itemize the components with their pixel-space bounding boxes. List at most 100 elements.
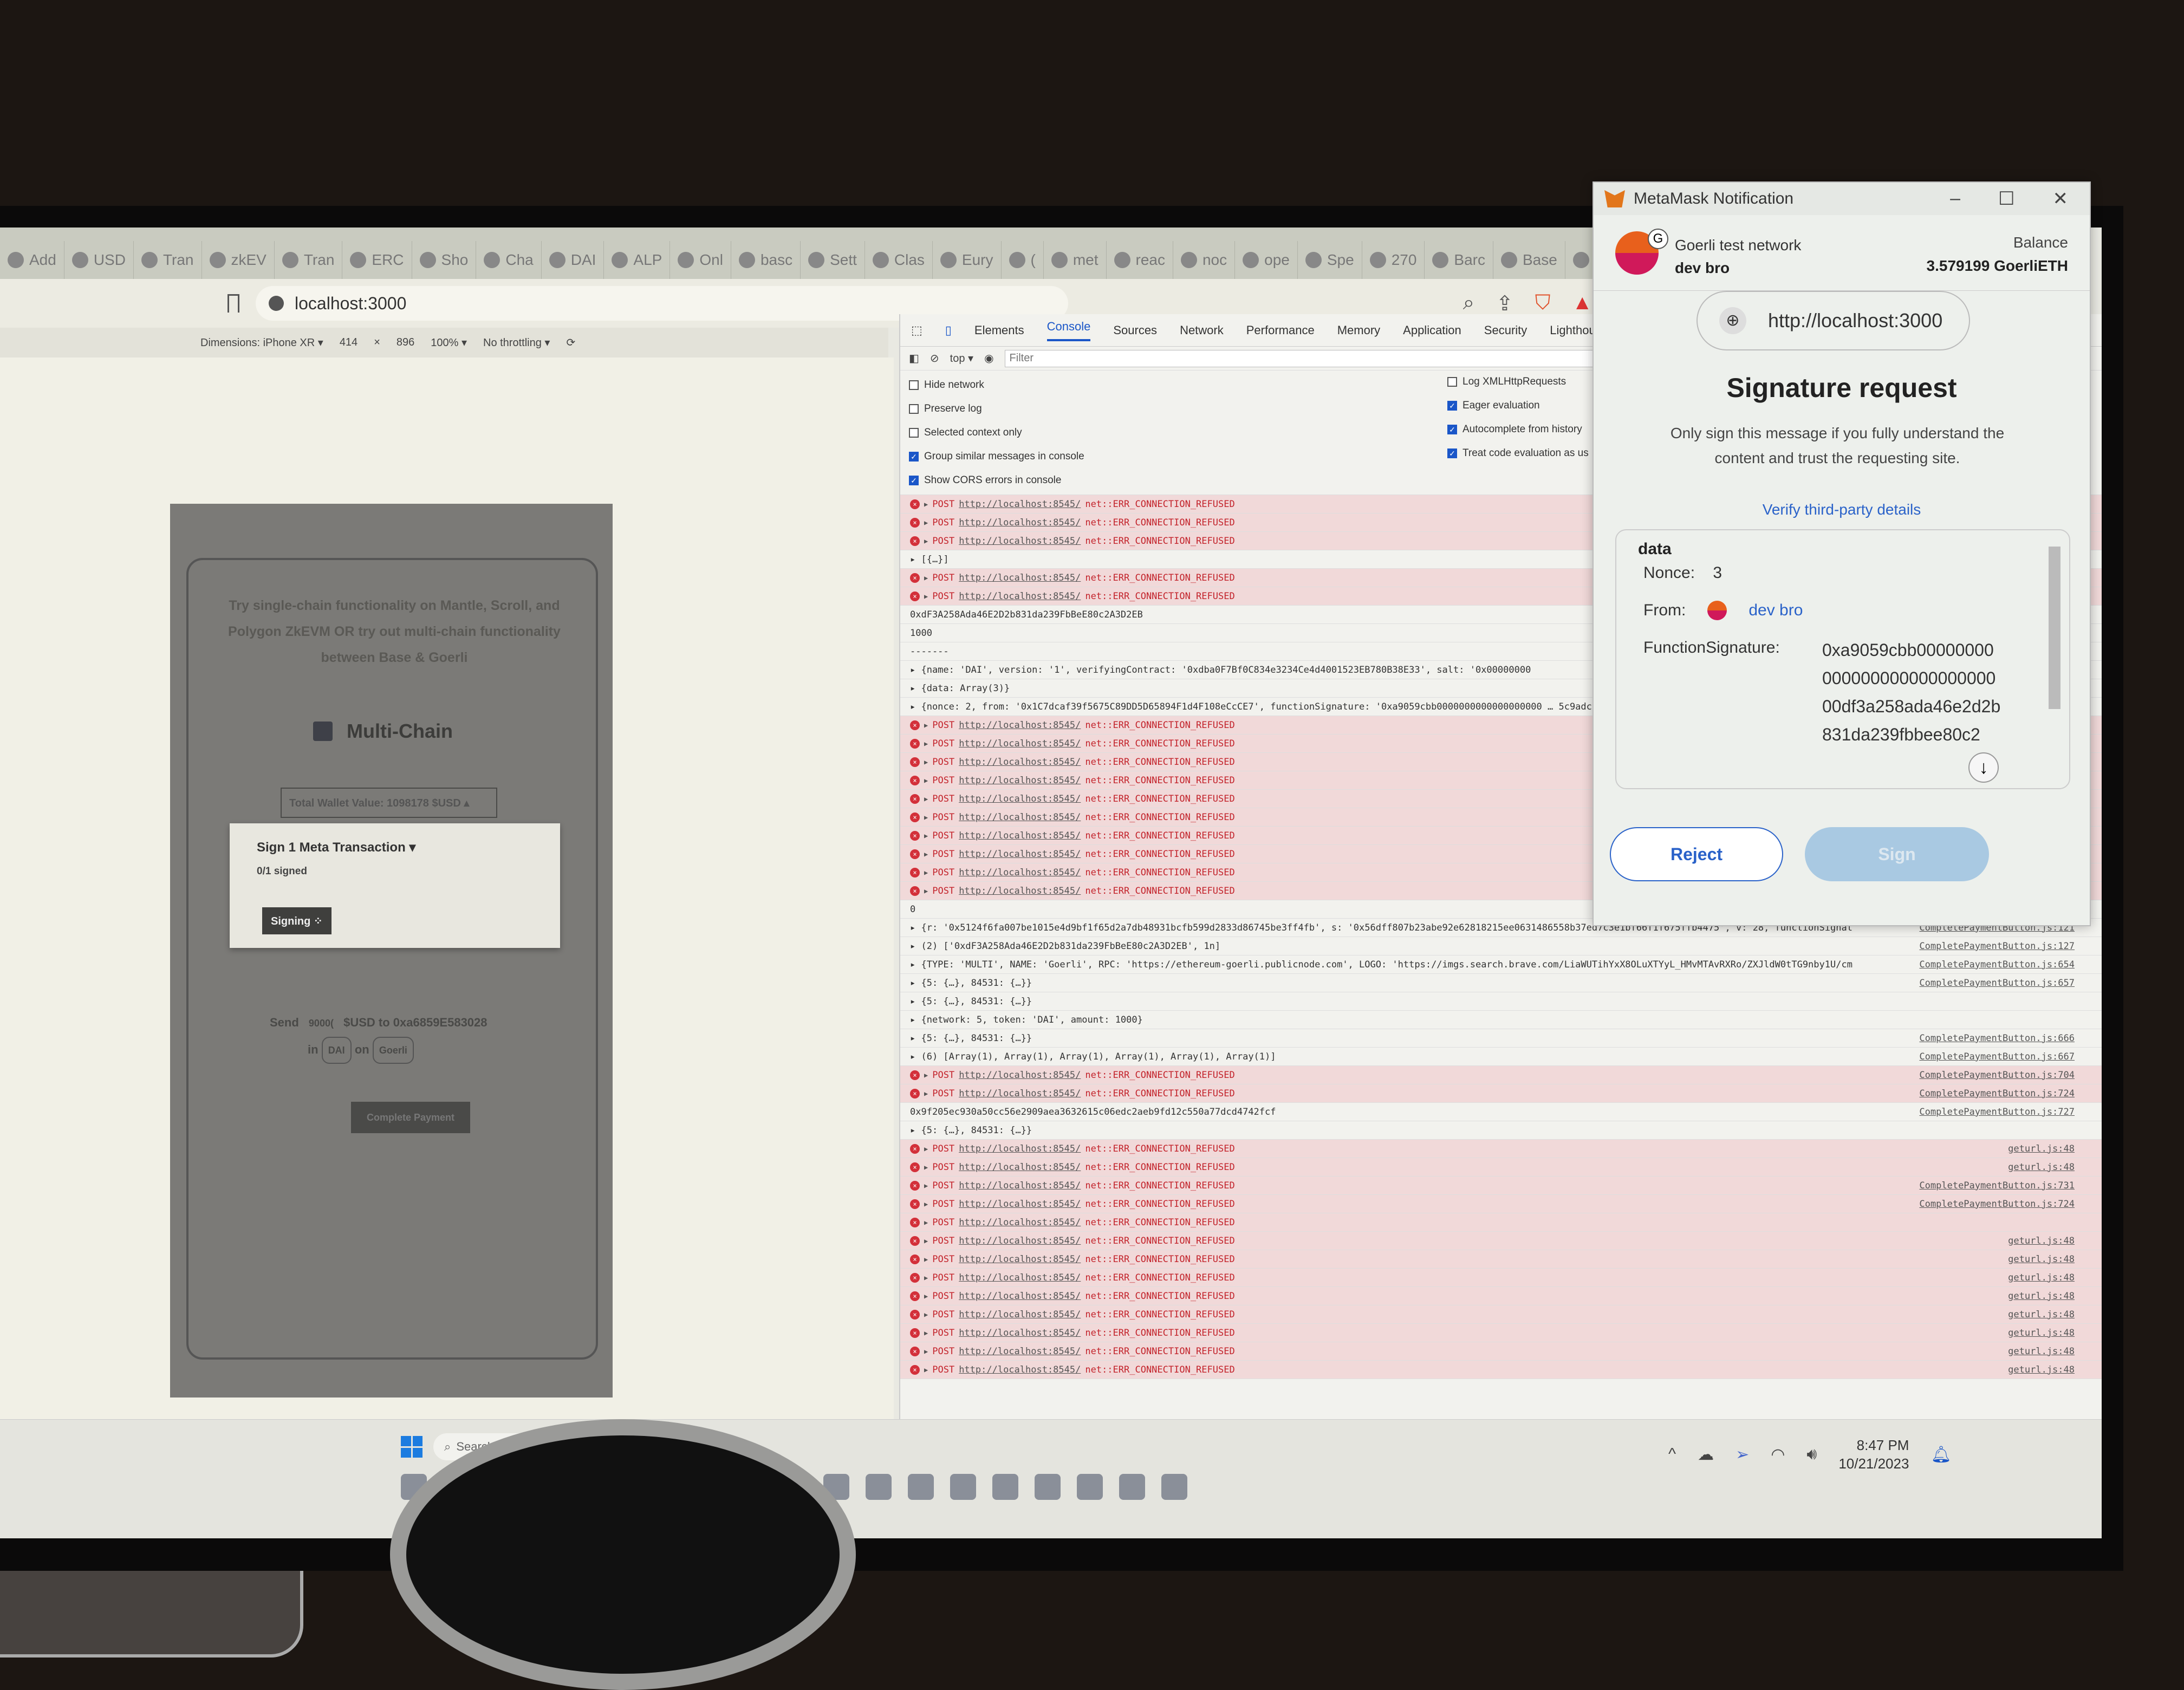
device-height[interactable]: 896 xyxy=(396,336,414,349)
expand-triangle-icon[interactable]: ▶ xyxy=(924,500,928,508)
request-url[interactable]: http://localhost:8545/ xyxy=(959,517,1081,528)
expand-triangle-icon[interactable]: ▶ xyxy=(924,1274,928,1282)
expand-triangle-icon[interactable]: ▶ xyxy=(924,1200,928,1208)
location-icon[interactable]: ➢ xyxy=(1735,1445,1749,1464)
request-url[interactable]: http://localhost:8545/ xyxy=(959,1199,1081,1210)
browser-tab[interactable]: Spe xyxy=(1298,241,1362,279)
request-url[interactable]: http://localhost:8545/ xyxy=(959,499,1081,510)
expand-triangle-icon[interactable]: ▶ xyxy=(924,1164,928,1171)
console-log[interactable]: ▸ {5: {…}, 84531: {…}} CompletePaymentBut… xyxy=(900,974,2102,992)
expand-triangle-icon[interactable]: ▶ xyxy=(924,537,928,545)
source-link[interactable]: CompletePaymentButton.js:727 xyxy=(1915,1107,2075,1117)
source-link[interactable]: geturl.js:48 xyxy=(2004,1309,2075,1320)
console-error[interactable]: × ▶ POST http://localhost:8545/net::ERR_CON… xyxy=(900,1250,2102,1269)
bookmark-icon[interactable] xyxy=(227,294,239,313)
request-url[interactable]: http://localhost:8545/ xyxy=(959,536,1081,547)
request-url[interactable]: http://localhost:8545/ xyxy=(959,1272,1081,1283)
browser-tab[interactable]: Tran xyxy=(275,241,343,279)
clock[interactable]: 8:47 PM 10/21/2023 xyxy=(1838,1436,1909,1473)
start-button[interactable] xyxy=(401,1436,422,1458)
console-error[interactable]: × ▶ POST http://localhost:8545/net::ERR_CON… xyxy=(900,1269,2102,1287)
setting-checkbox[interactable]: Log XMLHttpRequests xyxy=(1447,376,1566,388)
devtools-tab-elements[interactable]: Elements xyxy=(974,323,1024,337)
setting-checkbox[interactable]: ✓ Show CORS errors in console xyxy=(909,474,1061,486)
source-link[interactable]: CompletePaymentButton.js:724 xyxy=(1915,1088,2075,1099)
source-link[interactable]: CompletePaymentButton.js:657 xyxy=(1915,978,2075,989)
expand-triangle-icon[interactable]: ▶ xyxy=(924,1219,928,1226)
devtools-tab-console[interactable]: Console xyxy=(1046,320,1091,341)
source-link[interactable]: CompletePaymentButton.js:667 xyxy=(1915,1051,2075,1062)
brave-rewards-icon[interactable]: ▲ xyxy=(1572,291,1592,316)
device-width[interactable]: 414 xyxy=(340,336,358,349)
taskbar-notes-icon[interactable] xyxy=(1119,1474,1145,1500)
token-select[interactable]: DAI xyxy=(321,1037,352,1064)
checkbox[interactable]: ✓ xyxy=(909,476,919,485)
expand-triangle-icon[interactable]: ▶ xyxy=(924,1256,928,1263)
source-link[interactable]: geturl.js:48 xyxy=(2004,1364,2075,1375)
setting-checkbox[interactable]: ✓ Group similar messages in console xyxy=(909,451,1084,463)
browser-tab[interactable]: noc xyxy=(1173,241,1236,279)
request-url[interactable]: http://localhost:8545/ xyxy=(959,867,1081,878)
share-icon[interactable]: ⇪ xyxy=(1496,291,1513,316)
taskbar-settings-icon[interactable] xyxy=(992,1474,1018,1500)
network-select[interactable]: Goerli xyxy=(372,1037,414,1064)
chevron-up-icon[interactable]: ^ xyxy=(1668,1445,1676,1464)
device-select[interactable]: Dimensions: iPhone XR ▾ xyxy=(200,336,323,349)
console-log[interactable]: ▸ {5: {…}, 84531: {…}} xyxy=(900,992,2102,1011)
expand-triangle-icon[interactable]: ▶ xyxy=(924,814,928,821)
setting-checkbox[interactable]: Hide network xyxy=(909,379,984,391)
expand-triangle-icon[interactable]: ▶ xyxy=(924,832,928,840)
request-url[interactable]: http://localhost:8545/ xyxy=(959,720,1081,731)
console-error[interactable]: × ▶ POST http://localhost:8545/net::ERR_CON… xyxy=(900,1140,2102,1158)
taskbar-snipping-icon[interactable] xyxy=(950,1474,976,1500)
cloud-icon[interactable]: ☁ xyxy=(1698,1445,1714,1464)
setting-checkbox[interactable]: Preserve log xyxy=(909,403,982,415)
devtools-tab-network[interactable]: Network xyxy=(1180,323,1224,337)
expand-triangle-icon[interactable]: ▶ xyxy=(924,869,928,876)
signing-button[interactable]: Signing ⁘ xyxy=(262,907,332,934)
zoom-icon[interactable]: ⌕ xyxy=(1463,291,1474,316)
expand-triangle-icon[interactable]: ▶ xyxy=(924,1237,928,1245)
request-url[interactable]: http://localhost:8545/ xyxy=(959,1143,1081,1154)
expand-triangle-icon[interactable]: ▶ xyxy=(924,1329,928,1337)
source-link[interactable]: geturl.js:48 xyxy=(2004,1143,2075,1154)
expand-triangle-icon[interactable]: ▶ xyxy=(924,740,928,748)
setting-checkbox[interactable]: ✓ Autocomplete from history xyxy=(1447,424,1582,435)
request-url[interactable]: http://localhost:8545/ xyxy=(959,1236,1081,1246)
expand-triangle-icon[interactable]: ▶ xyxy=(924,1311,928,1318)
source-link[interactable]: CompletePaymentButton.js:704 xyxy=(1915,1069,2075,1081)
checkbox[interactable] xyxy=(909,428,919,438)
setting-checkbox[interactable]: ✓ Eager evaluation xyxy=(1447,400,1540,412)
expand-triangle-icon[interactable]: ▶ xyxy=(924,1348,928,1355)
request-url[interactable]: http://localhost:8545/ xyxy=(959,830,1081,841)
request-url[interactable]: http://localhost:8545/ xyxy=(959,794,1081,804)
browser-tab[interactable]: Base xyxy=(1493,241,1565,279)
console-log[interactable]: ▸ {network: 5, token: 'DAI', amount: 100… xyxy=(900,1011,2102,1029)
browser-tab[interactable]: Onl xyxy=(670,241,731,279)
request-url[interactable]: http://localhost:8545/ xyxy=(959,1291,1081,1302)
checkbox[interactable] xyxy=(909,380,919,390)
volume-icon[interactable]: 🔊︎ xyxy=(1806,1445,1817,1464)
console-log[interactable]: 0x9f205ec930a50cc56e2909aea3632615c06edc… xyxy=(900,1103,2102,1121)
source-link[interactable]: CompletePaymentButton.js:731 xyxy=(1915,1180,2075,1191)
browser-tab[interactable]: Barc xyxy=(1425,241,1493,279)
request-url[interactable]: http://localhost:8545/ xyxy=(959,1088,1081,1099)
throttling-select[interactable]: No throttling ▾ xyxy=(483,336,550,349)
expand-triangle-icon[interactable]: ▶ xyxy=(924,777,928,784)
source-link[interactable]: geturl.js:48 xyxy=(2004,1327,2075,1338)
sign-panel-title[interactable]: Sign 1 Meta Transaction ▾ xyxy=(257,840,415,855)
taskbar-powershell-icon[interactable] xyxy=(866,1474,892,1500)
complete-payment-button[interactable]: Complete Payment xyxy=(351,1102,470,1133)
console-error[interactable]: × ▶ POST http://localhost:8545/net::ERR_CON… xyxy=(900,1232,2102,1250)
expand-triangle-icon[interactable]: ▶ xyxy=(924,1366,928,1374)
browser-tab[interactable]: ERC xyxy=(342,241,412,279)
console-log[interactable]: ▸ (6) [Array(1), Array(1), Array(1), Arr… xyxy=(900,1048,2102,1066)
request-url[interactable]: http://localhost:8545/ xyxy=(959,591,1081,602)
source-link[interactable]: CompletePaymentButton.js:724 xyxy=(1915,1198,2075,1210)
request-url[interactable]: http://localhost:8545/ xyxy=(959,812,1081,823)
checkbox[interactable]: ✓ xyxy=(1447,425,1457,434)
expand-triangle-icon[interactable]: ▶ xyxy=(924,519,928,526)
expand-triangle-icon[interactable]: ▶ xyxy=(924,850,928,858)
message-data-box[interactable]: data Nonce: 3 From: dev bro FunctionSigna… xyxy=(1615,529,2070,789)
browser-tab[interactable]: USD xyxy=(64,241,134,279)
